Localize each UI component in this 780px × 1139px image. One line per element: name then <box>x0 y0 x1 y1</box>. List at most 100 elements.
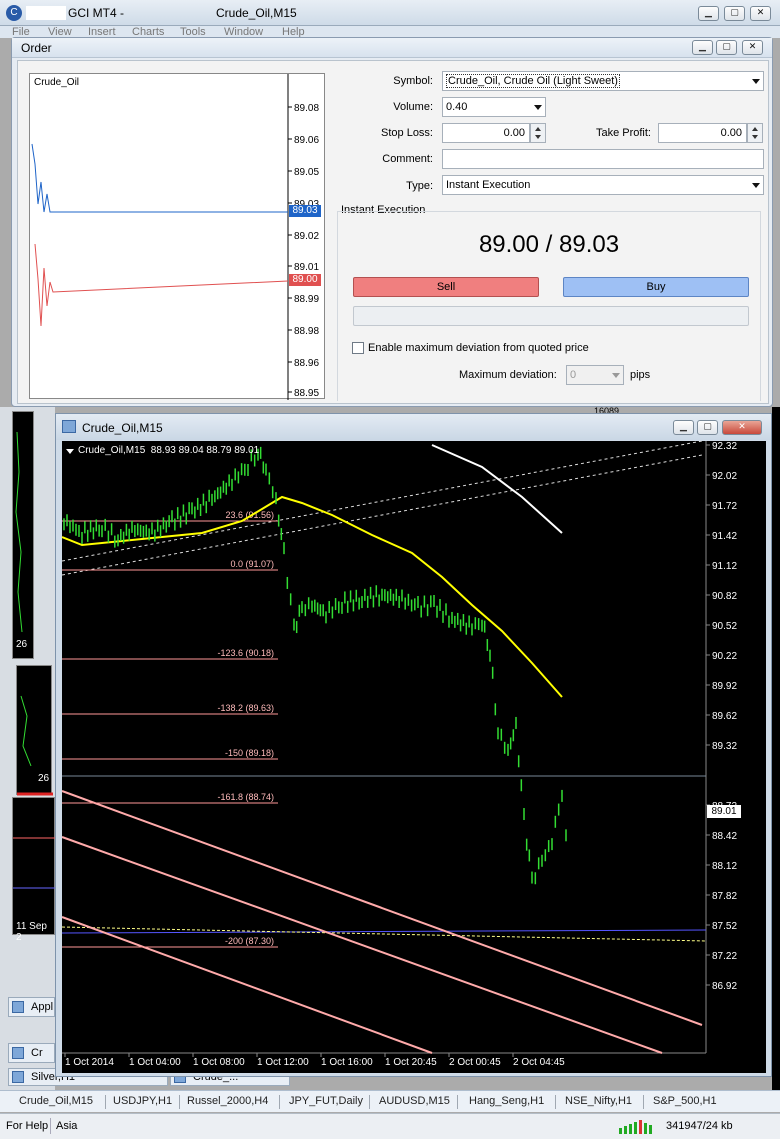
stop-loss-stepper[interactable] <box>530 123 546 143</box>
fib-level-label: -123.6 (90.18) <box>217 648 274 658</box>
fib-levels: 23.6 (91.56) 0.0 (91.07) -123.6 (90.18) -13… <box>62 510 278 948</box>
time-axis-label: 1 Oct 04:00 <box>129 1057 181 1068</box>
symbol-dropdown[interactable]: Crude_Oil, Crude Oil (Light Sweet) <box>442 71 764 91</box>
horizontal-blue-line <box>62 929 707 934</box>
redacted-box <box>26 6 66 20</box>
price-axis-label: 87.82 <box>712 891 737 902</box>
bg-label-26a: 26 <box>16 639 28 650</box>
type-label: Type: <box>406 180 433 192</box>
max-deviation-dropdown[interactable]: 0 <box>566 365 624 385</box>
order-maximize-button[interactable]: ▢ <box>716 40 737 55</box>
time-axis-label: 1 Oct 16:00 <box>321 1057 373 1068</box>
chart-titlebar: Crude_Oil,M15 ▁ ▢ ✕ <box>56 414 771 440</box>
tick-chart-svg: 89.08 89.06 89.05 89.03 89.02 89.01 88.99 88.98… <box>31 74 319 400</box>
tab-jpy-fut[interactable]: JPY_FUT,Daily <box>289 1095 363 1107</box>
price-axis-label: 91.72 <box>712 501 737 512</box>
tab-separator <box>105 1095 106 1109</box>
tab-sp500[interactable]: S&P_500,H1 <box>653 1095 717 1107</box>
bid-price-tag-text: 89.00 <box>292 274 318 285</box>
chart-canvas[interactable]: 23.6 (91.56) 0.0 (91.07) -123.6 (90.18) -13… <box>62 441 766 1073</box>
buy-button-label: Buy <box>646 281 666 293</box>
channel-dashed-line <box>62 441 703 562</box>
background-chart-left-1 <box>12 411 34 659</box>
fib-level-label: -200 (87.30) <box>225 936 274 946</box>
max-deviation-label: Maximum deviation: <box>459 369 557 381</box>
app-logo-icon: C <box>6 5 22 21</box>
fib-level-label: 0.0 (91.07) <box>230 559 274 569</box>
tick-price-label: 89.02 <box>294 231 319 242</box>
tick-price-label: 89.01 <box>294 262 319 273</box>
ask-price-tag: 89.03 <box>289 205 321 217</box>
order-titlebar: Order ▁ ▢ ✕ <box>12 38 772 58</box>
tab-crude-oil[interactable]: Crude_Oil,M15 <box>19 1095 93 1107</box>
chart-maximize-button[interactable]: ▢ <box>697 420 718 435</box>
cr-tab-label: Cr <box>31 1047 43 1059</box>
chart-minimize-button[interactable]: ▁ <box>673 420 694 435</box>
price-axis-label: 87.52 <box>712 921 737 932</box>
price-axis-label: 90.22 <box>712 651 737 662</box>
order-title: Order <box>21 41 52 55</box>
channel-line <box>62 836 663 1054</box>
current-price-tag-text: 89.01 <box>711 806 737 817</box>
price-axis-label: 86.92 <box>712 981 737 992</box>
tab-russel[interactable]: Russel_2000,H4 <box>187 1095 268 1107</box>
tab-hang-seng[interactable]: Hang_Seng,H1 <box>469 1095 544 1107</box>
status-profile: Asia <box>56 1120 78 1132</box>
tick-lines <box>31 106 292 393</box>
axis-labels: 92.32 92.02 91.72 91.42 91.12 90.82 90.52 90.22… <box>64 441 737 1068</box>
time-axis-label: 1 Oct 20:45 <box>385 1057 437 1068</box>
app-tab-label: Appl <box>31 1001 54 1013</box>
order-close-button[interactable]: ✕ <box>742 40 763 55</box>
type-dropdown[interactable]: Instant Execution <box>442 175 764 195</box>
comment-label: Comment: <box>382 153 433 165</box>
minimize-button[interactable]: ▁ <box>698 6 719 21</box>
price-axis-label: 89.92 <box>712 681 737 692</box>
background-right-strip <box>772 407 780 1090</box>
price-chart-svg: 23.6 (91.56) 0.0 (91.07) -123.6 (90.18) -13… <box>62 441 737 1068</box>
volume-dropdown[interactable]: 0.40 <box>442 97 546 117</box>
take-profit-value: 0.00 <box>720 127 742 139</box>
price-axis-label: 87.22 <box>712 951 737 962</box>
tab-nse-nifty[interactable]: NSE_Nifty,H1 <box>565 1095 632 1107</box>
cr-tab[interactable]: Cr <box>8 1043 55 1063</box>
symbol-label: Symbol: <box>393 75 433 87</box>
close-button[interactable]: ✕ <box>750 6 771 21</box>
take-profit-stepper[interactable] <box>747 123 763 143</box>
deviation-checkbox[interactable] <box>352 342 364 354</box>
buy-button[interactable]: Buy <box>563 277 749 297</box>
sell-button-label: Sell <box>436 281 456 293</box>
status-bar: For Help Asia 341947/24 kb <box>0 1113 780 1139</box>
symbol-value: Crude_Oil, Crude Oil (Light Sweet) <box>446 74 620 88</box>
status-traffic: 341947/24 kb <box>666 1120 733 1132</box>
order-dialog: Order ▁ ▢ ✕ 89.0889.0689.0589.0389.0289.… <box>11 37 773 407</box>
channel-line <box>62 790 703 1026</box>
take-profit-input[interactable]: 0.00 <box>658 123 747 143</box>
price-axis-label: 91.12 <box>712 561 737 572</box>
sell-button[interactable]: Sell <box>353 277 539 297</box>
time-axis-label: 1 Oct 2014 <box>65 1057 114 1068</box>
tab-separator <box>643 1095 644 1109</box>
stop-loss-input[interactable]: 0.00 <box>442 123 530 143</box>
status-help: For Help <box>6 1120 49 1132</box>
fib-level-label: -150 (89.18) <box>225 748 274 758</box>
message-bar <box>353 306 749 326</box>
price-axis-label: 88.42 <box>712 831 737 842</box>
chevron-down-icon <box>752 79 760 84</box>
fib-level-label: -161.8 (88.74) <box>217 792 274 802</box>
bid-price-tag: 89.00 <box>289 274 321 286</box>
comment-input[interactable] <box>442 149 764 169</box>
tab-audusd[interactable]: AUDUSD,M15 <box>379 1095 450 1107</box>
volume-label: Volume: <box>393 101 433 113</box>
chart-tabs-bar: Crude_Oil,M15 USDJPY,H1 Russel_2000,H4 J… <box>0 1090 780 1112</box>
chart-close-button[interactable]: ✕ <box>722 420 762 435</box>
chart-header: Crude_Oil,M15 88.93 89.04 88.79 89.01 <box>78 445 260 456</box>
tab-usdjpy[interactable]: USDJPY,H1 <box>113 1095 172 1107</box>
order-body: 89.08 89.06 89.05 89.03 89.02 89.01 88.99 88.98… <box>17 60 769 404</box>
bg-label-26b: 26 <box>38 773 50 784</box>
maximize-button[interactable]: ▢ <box>724 6 745 21</box>
main-titlebar: C GCI MT4 - Crude_Oil,M15 ▁ ▢ ✕ <box>0 0 780 26</box>
time-axis-label: 1 Oct 12:00 <box>257 1057 309 1068</box>
volume-value: 0.40 <box>446 101 468 113</box>
order-minimize-button[interactable]: ▁ <box>692 40 713 55</box>
app-tab[interactable]: Appl <box>8 997 55 1017</box>
